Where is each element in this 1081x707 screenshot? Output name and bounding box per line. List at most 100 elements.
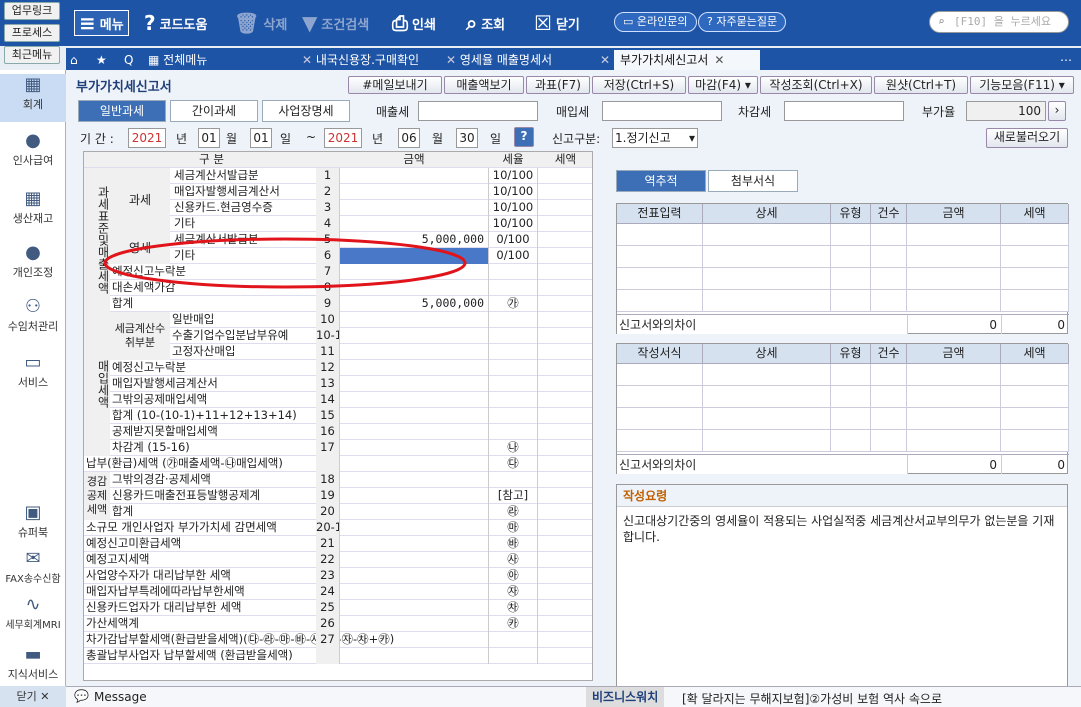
grid-cell[interactable] bbox=[703, 364, 831, 386]
process-button[interactable]: 프로세스 bbox=[4, 24, 60, 42]
grid-cell[interactable] bbox=[907, 430, 1001, 452]
close-tab-icon[interactable]: ✕ bbox=[302, 53, 312, 67]
grid-cell[interactable] bbox=[703, 386, 831, 408]
day-from-input[interactable]: 01 bbox=[250, 128, 272, 148]
sidebar-item-fax[interactable]: ✉ FAX송수신함 bbox=[0, 548, 66, 585]
grid-cell[interactable] bbox=[907, 364, 1001, 386]
tax-amount-input[interactable] bbox=[537, 248, 592, 264]
tax-amount-input[interactable] bbox=[537, 344, 592, 360]
amount-input[interactable] bbox=[339, 568, 489, 584]
message-icon[interactable]: 💬 bbox=[74, 689, 89, 703]
amount-input[interactable] bbox=[339, 504, 489, 520]
year-from-input[interactable]: 2021 bbox=[128, 128, 166, 148]
grid-cell[interactable] bbox=[617, 430, 703, 452]
message-label[interactable]: Message bbox=[94, 690, 147, 704]
amount-input[interactable] bbox=[339, 616, 489, 632]
tax-amount-input[interactable] bbox=[537, 264, 592, 280]
grid-cell[interactable] bbox=[617, 386, 703, 408]
delete-button[interactable]: 🗑 삭제 bbox=[234, 8, 287, 38]
grid-cell[interactable] bbox=[1001, 386, 1069, 408]
tax-amount-input[interactable] bbox=[537, 376, 592, 392]
amount-input[interactable] bbox=[339, 600, 489, 616]
purchase-tax-field[interactable] bbox=[602, 101, 722, 121]
close-tab-icon[interactable]: ✕ bbox=[446, 53, 456, 67]
grid-cell[interactable] bbox=[1001, 246, 1069, 268]
close-tab-icon[interactable]: ✕ bbox=[714, 53, 724, 67]
tax-amount-input[interactable] bbox=[537, 552, 592, 568]
day-to-input[interactable]: 30 bbox=[456, 128, 478, 148]
sidebar-item-client-mgmt[interactable]: ⚇ 수임처관리 bbox=[0, 296, 66, 334]
tax-amount-input[interactable] bbox=[537, 360, 592, 376]
grid-cell[interactable] bbox=[617, 290, 703, 312]
grid-cell[interactable] bbox=[1001, 364, 1069, 386]
grid-cell[interactable] bbox=[871, 386, 907, 408]
net-tax-field[interactable] bbox=[784, 101, 904, 121]
tax-amount-input[interactable] bbox=[537, 184, 592, 200]
grid-cell[interactable] bbox=[617, 268, 703, 290]
grid-cell[interactable] bbox=[831, 246, 871, 268]
menu-button[interactable]: ≡ 메뉴 bbox=[74, 10, 129, 36]
amount-input[interactable] bbox=[339, 456, 489, 472]
tax-amount-input[interactable] bbox=[537, 648, 592, 664]
sidebar-item-payroll[interactable]: ● 인사급여 bbox=[0, 130, 66, 168]
tax-amount-input[interactable] bbox=[537, 280, 592, 296]
amount-input[interactable]: 5,000,000 bbox=[339, 296, 489, 312]
menu-search-input[interactable]: ⌕ [F10] 을 누르세요 bbox=[929, 11, 1069, 33]
grid-cell[interactable] bbox=[703, 290, 831, 312]
month-from-input[interactable]: 01 bbox=[198, 128, 220, 148]
tax-amount-input[interactable] bbox=[537, 408, 592, 424]
star-icon[interactable]: ★ bbox=[96, 50, 107, 70]
grid-cell[interactable] bbox=[907, 408, 1001, 430]
tax-amount-input[interactable] bbox=[537, 456, 592, 472]
sidebar-close-button[interactable]: 닫기 ✕ bbox=[0, 686, 66, 707]
year-to-input[interactable]: 2021 bbox=[324, 128, 362, 148]
condition-search-button[interactable]: ▼ 조건검색 bbox=[302, 8, 369, 38]
scroll-right-icon[interactable]: › bbox=[1048, 101, 1066, 121]
tax-amount-input[interactable] bbox=[537, 328, 592, 344]
grid-cell[interactable] bbox=[703, 246, 831, 268]
grid-cell[interactable] bbox=[871, 290, 907, 312]
tab-attached-forms[interactable]: 첨부서식 bbox=[708, 170, 798, 192]
amount-input[interactable] bbox=[339, 312, 489, 328]
grid-cell[interactable] bbox=[617, 364, 703, 386]
code-help-button[interactable]: ? 코드도움 bbox=[144, 8, 207, 38]
grid-cell[interactable] bbox=[703, 224, 831, 246]
tax-amount-input[interactable] bbox=[537, 584, 592, 600]
view-sales-button[interactable]: 매출액보기 bbox=[444, 76, 524, 94]
grid-cell[interactable] bbox=[617, 408, 703, 430]
amount-input[interactable] bbox=[339, 200, 489, 216]
tax-amount-input[interactable] bbox=[537, 472, 592, 488]
oneshot-button[interactable]: 원샷(Ctrl+T) bbox=[874, 76, 968, 94]
grid-cell[interactable] bbox=[907, 246, 1001, 268]
amount-input[interactable] bbox=[339, 216, 489, 232]
grid-cell[interactable] bbox=[871, 364, 907, 386]
sales-tax-field[interactable] bbox=[418, 101, 538, 121]
grid-cell[interactable] bbox=[907, 290, 1001, 312]
amount-input[interactable] bbox=[339, 184, 489, 200]
grid-cell[interactable] bbox=[831, 364, 871, 386]
grid-cell[interactable] bbox=[831, 224, 871, 246]
tab-workplace[interactable]: 사업장명세 bbox=[262, 100, 350, 122]
sidebar-item-personal-adjust[interactable]: ● 개인조정 bbox=[0, 242, 66, 280]
amount-input[interactable] bbox=[339, 536, 489, 552]
tax-amount-input[interactable] bbox=[537, 632, 592, 648]
amount-input[interactable] bbox=[339, 392, 489, 408]
grid-cell[interactable] bbox=[1001, 224, 1069, 246]
help-icon[interactable]: ? bbox=[514, 127, 534, 147]
grid-cell[interactable] bbox=[907, 224, 1001, 246]
report-type-select[interactable]: 1.정기신고 ▾ bbox=[612, 128, 698, 148]
grid-cell[interactable] bbox=[907, 386, 1001, 408]
grid-cell[interactable] bbox=[831, 408, 871, 430]
close-button[interactable]: ☒ 닫기 bbox=[534, 8, 580, 38]
amount-input[interactable] bbox=[339, 648, 489, 664]
amount-input[interactable] bbox=[339, 472, 489, 488]
lookup-button[interactable]: ⌕ 조회 bbox=[466, 8, 505, 38]
tax-amount-input[interactable] bbox=[537, 296, 592, 312]
grid-cell[interactable] bbox=[831, 268, 871, 290]
amount-input[interactable] bbox=[339, 584, 489, 600]
tab-local-lc[interactable]: ✕ 내국신용장.구매확인 bbox=[296, 50, 419, 70]
tab-all-menu[interactable]: ▦ 전체메뉴 bbox=[148, 50, 207, 70]
save-button[interactable]: 저장(Ctrl+S) bbox=[592, 76, 686, 94]
grid-cell[interactable] bbox=[871, 408, 907, 430]
grid-cell[interactable] bbox=[831, 290, 871, 312]
